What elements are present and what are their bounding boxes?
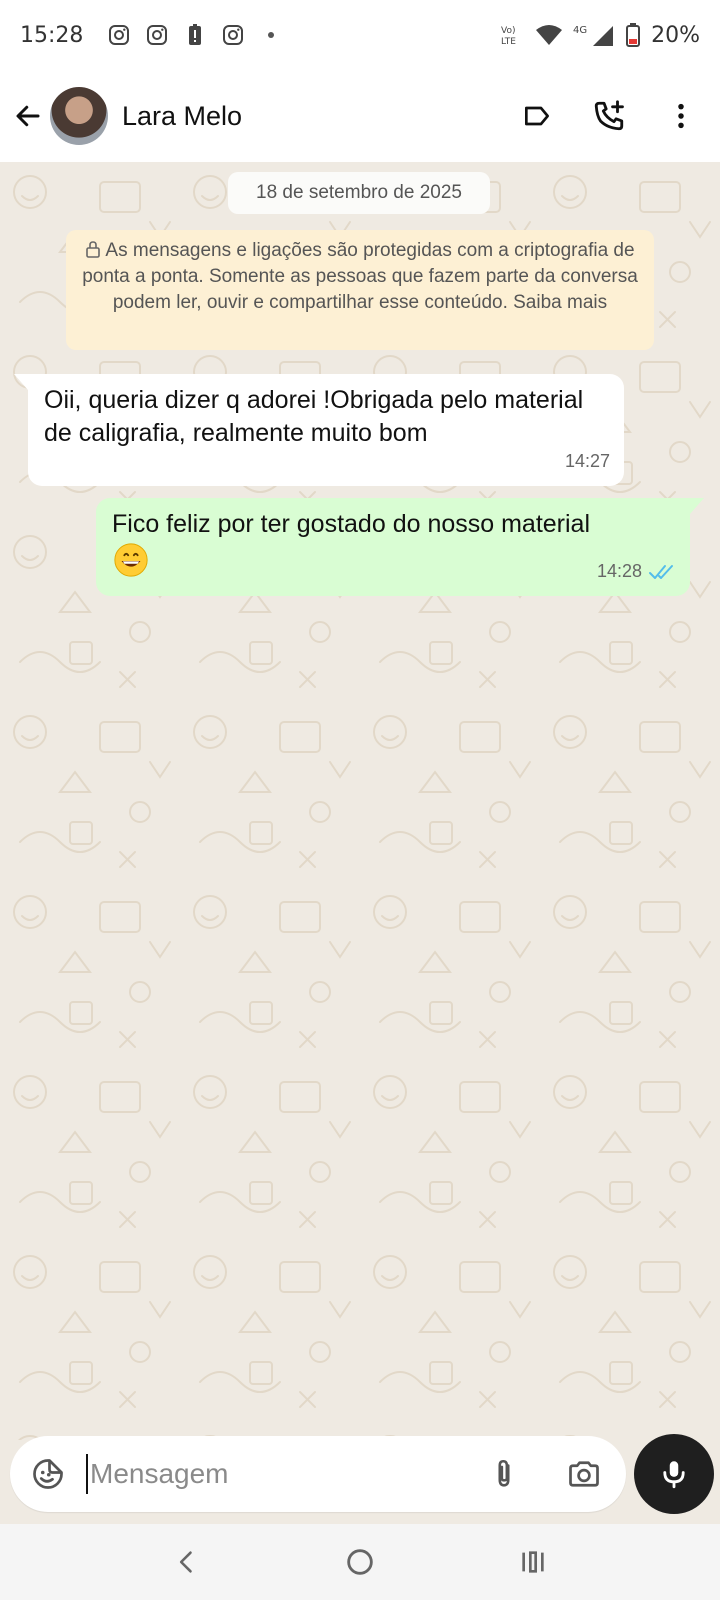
more-options-button[interactable] [664,99,698,133]
message-composer [10,1436,626,1512]
more-vert-icon [678,103,684,129]
volte-icon: Vo)LTE [501,26,516,47]
grinning-face-emoji [114,543,148,577]
encryption-notice[interactable]: As mensagens e ligações são protegidas c… [66,230,654,350]
message-bubble-outgoing[interactable]: Fico feliz por ter gostado do nosso mate… [96,498,704,596]
signal-4g-icon: 4G [573,25,614,46]
label-icon [525,106,549,126]
message-timestamp: 14:27 [564,451,610,471]
message-timestamp: 14:28 [597,555,676,588]
chat-wallpaper-doodle-pattern [0,162,720,1440]
paperclip-icon [498,1459,510,1487]
contact-name[interactable]: Lara Melo [122,101,242,132]
instagram-icon [223,25,244,45]
sticker-icon [33,1459,63,1489]
status-bar: 15:28 Vo) LTE 4G 20% [0,0,720,70]
notification-icons [107,23,283,47]
nav-home-icon [347,1549,373,1575]
message-text: Oii, queria dizer q adorei !Obrigada pel… [44,386,584,447]
nav-home-button[interactable] [340,1542,380,1582]
camera-icon [569,1461,599,1487]
sticker-button[interactable] [28,1454,68,1494]
battery-percentage: 20% [651,22,700,48]
system-icons: Vo) LTE 4G 20% [499,22,700,48]
nav-recents-button[interactable] [513,1542,553,1582]
instagram-icon [109,25,130,45]
message-bubble-incoming[interactable]: Oii, queria dizer q adorei !Obrigada pel… [14,374,624,486]
add-call-icon [594,100,624,131]
nav-recents-icon [522,1551,544,1573]
back-button[interactable] [12,100,44,132]
more-notifications-dot-icon [268,32,275,38]
attach-button[interactable] [484,1454,524,1494]
nav-back-button[interactable] [167,1542,207,1582]
double-check-read-icon [649,564,673,579]
chat-area[interactable]: 18 de setembro de 2025 As mensagens e li… [0,162,720,1440]
chat-header: Lara Melo [0,70,720,162]
add-call-button[interactable] [592,99,626,133]
camera-button[interactable] [564,1454,604,1494]
lock-icon [86,241,101,258]
message-text: Fico feliz por ter gostado do nosso mate… [112,510,591,538]
battery-alert-icon [189,24,202,45]
header-actions [520,99,708,133]
status-time: 15:28 [20,22,84,48]
svg-text:4G: 4G [573,25,587,36]
voice-message-button[interactable] [634,1434,714,1514]
system-navigation-bar [0,1524,720,1600]
label-button[interactable] [520,99,554,133]
nav-back-icon [179,1551,192,1573]
instagram-icon [147,25,168,45]
encryption-notice-text: As mensagens e ligações são protegidas c… [82,240,638,313]
back-arrow-icon [16,105,40,127]
svg-text:Vo): Vo) [501,26,515,36]
message-input[interactable] [86,1454,484,1494]
date-chip: 18 de setembro de 2025 [228,172,490,214]
contact-avatar[interactable] [50,87,108,145]
microphone-icon [663,1461,685,1489]
svg-text:LTE: LTE [501,37,516,47]
composer-actions [484,1454,604,1494]
battery-icon [626,23,641,47]
wifi-icon [536,25,563,45]
